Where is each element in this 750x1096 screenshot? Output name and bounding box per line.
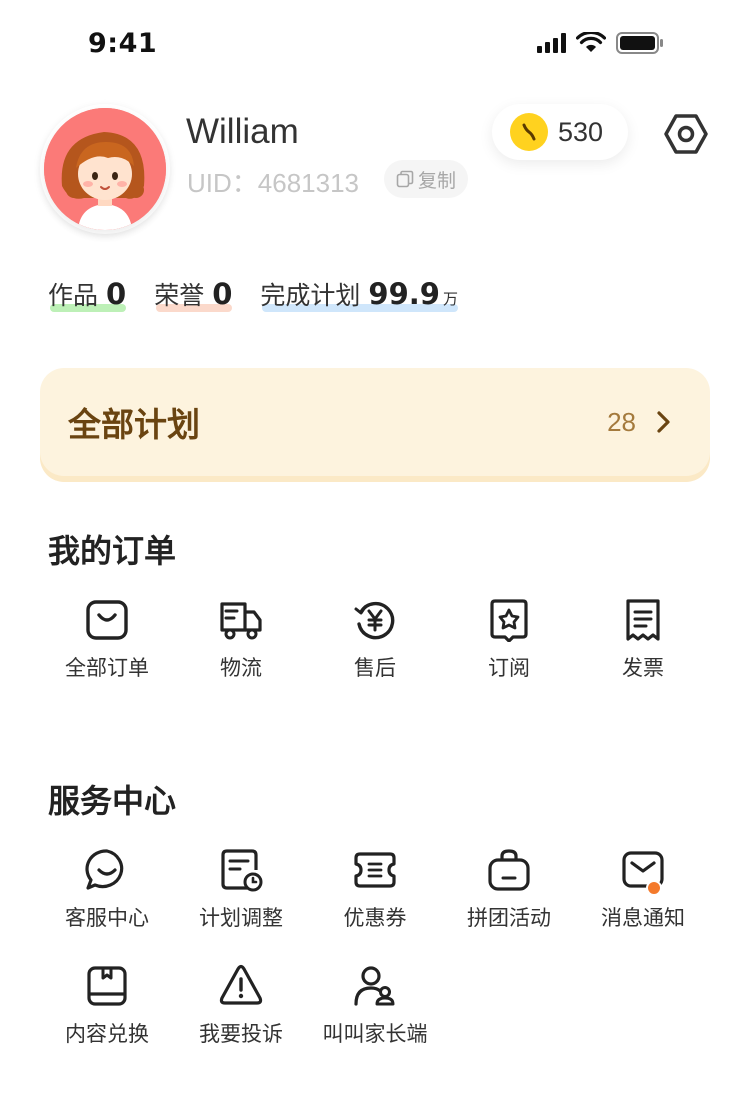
group-bag-icon <box>488 849 530 891</box>
order-item-all[interactable]: 全部订单 <box>40 598 174 682</box>
service-item-label: 我要投诉 <box>199 1022 283 1046</box>
cellular-signal-icon <box>537 33 566 53</box>
service-item-label: 消息通知 <box>601 906 685 930</box>
order-item-label: 售后 <box>354 656 396 680</box>
service-item-complaint[interactable]: 我要投诉 <box>174 964 308 1048</box>
stat-completed-plans[interactable]: 完成计划 99.9 万 <box>260 276 458 312</box>
order-item-label: 物流 <box>220 656 262 680</box>
star-badge-icon <box>490 599 528 642</box>
stat-value: 0 <box>212 277 233 311</box>
calendar-clock-icon <box>221 849 263 892</box>
stat-label: 完成计划 <box>260 281 361 310</box>
plan-card-title: 全部计划 <box>68 405 200 444</box>
package-box-icon <box>87 966 127 1006</box>
shopping-bag-icon <box>86 600 128 640</box>
yen-refund-icon <box>354 601 395 640</box>
status-icons <box>537 32 664 54</box>
service-item-notifications[interactable]: 消息通知 <box>576 848 710 932</box>
user-uid: UID：4681313 <box>187 168 359 198</box>
settings-gear-icon[interactable] <box>662 110 710 158</box>
stat-value: 99.9 <box>368 277 440 311</box>
plan-count: 28 <box>607 406 636 437</box>
order-item-subscription[interactable]: 订阅 <box>442 598 576 682</box>
receipt-icon <box>626 599 660 641</box>
stat-unit: 万 <box>442 290 458 308</box>
copy-label: 复制 <box>418 169 457 192</box>
profile-stats: 作品 0 荣誉 0 完成计划 99.9 万 <box>48 276 486 312</box>
parent-child-icon <box>354 966 395 1006</box>
service-item-group-buy[interactable]: 拼团活动 <box>442 848 576 932</box>
unread-badge-dot <box>646 880 662 896</box>
service-item-label: 叫叫家长端 <box>322 1022 428 1046</box>
order-item-invoice[interactable]: 发票 <box>576 598 710 682</box>
order-item-label: 发票 <box>622 656 664 680</box>
status-time: 9:41 <box>88 28 158 59</box>
profile-page: 9:41 William UID：4681313 复制 530 作品 0 荣誉 … <box>0 0 750 1096</box>
warning-triangle-icon <box>219 964 263 1005</box>
service-item-coupons[interactable]: 优惠券 <box>308 848 442 932</box>
copy-icon <box>396 170 414 188</box>
all-plans-card[interactable]: 全部计划 28 <box>40 368 710 476</box>
stat-label: 作品 <box>48 281 99 310</box>
stat-value: 0 <box>106 277 127 311</box>
girl-avatar-illustration <box>44 108 166 230</box>
service-item-parent-app[interactable]: 叫叫家长端 <box>308 964 442 1048</box>
orders-section-title: 我的订单 <box>48 532 177 570</box>
services-section-title: 服务中心 <box>48 782 177 820</box>
stat-works[interactable]: 作品 0 <box>48 276 127 312</box>
ticket-icon <box>354 852 396 888</box>
coin-value: 530 <box>558 116 604 147</box>
service-item-customer-service[interactable]: 客服中心 <box>40 848 174 932</box>
service-item-label: 客服中心 <box>65 906 149 930</box>
chevron-right-icon <box>657 411 670 433</box>
coin-balance[interactable]: 530 <box>492 104 628 160</box>
order-item-label: 订阅 <box>488 656 530 680</box>
stat-honors[interactable]: 荣誉 0 <box>154 276 233 312</box>
order-item-after-sales[interactable]: 售后 <box>308 598 442 682</box>
service-item-plan-adjust[interactable]: 计划调整 <box>174 848 308 932</box>
service-item-label: 计划调整 <box>199 906 283 930</box>
order-item-label: 全部订单 <box>65 656 149 680</box>
username: William <box>186 112 299 151</box>
truck-icon <box>220 602 262 640</box>
service-item-content-redeem[interactable]: 内容兑换 <box>40 964 174 1048</box>
stat-label: 荣誉 <box>154 281 205 310</box>
service-item-label: 内容兑换 <box>65 1022 149 1046</box>
coin-icon <box>510 113 548 151</box>
service-item-label: 拼团活动 <box>467 906 551 930</box>
service-item-label: 优惠券 <box>343 906 407 930</box>
battery-icon <box>616 32 663 54</box>
chat-bubble-icon <box>85 849 124 890</box>
avatar[interactable] <box>44 108 166 230</box>
copy-uid-button[interactable]: 复制 <box>384 160 469 198</box>
wifi-icon <box>576 32 606 52</box>
order-item-logistics[interactable]: 物流 <box>174 598 308 682</box>
